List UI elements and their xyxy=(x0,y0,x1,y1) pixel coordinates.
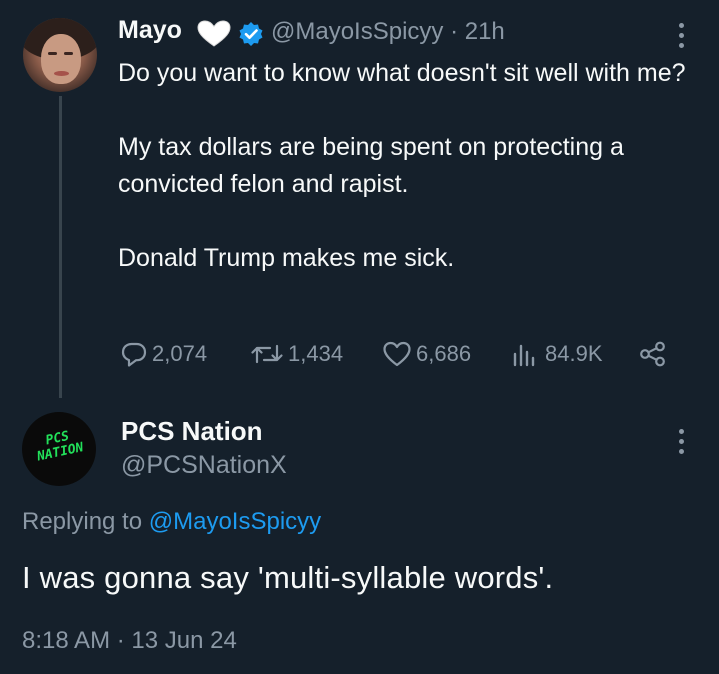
views-icon xyxy=(513,344,535,367)
retweet-action[interactable]: 1,434 xyxy=(250,339,343,369)
replying-mention-link[interactable]: @MayoIsSpicyy xyxy=(149,508,321,535)
more-options-icon[interactable] xyxy=(670,22,694,50)
verified-badge-icon[interactable] xyxy=(238,21,264,47)
avatar-face xyxy=(41,34,81,84)
avatar-eye xyxy=(64,52,73,55)
more-options-icon[interactable] xyxy=(670,428,694,456)
avatar-eye xyxy=(48,52,57,55)
avatar-lips xyxy=(54,71,69,76)
avatar-mayo[interactable] xyxy=(23,18,97,92)
reply-icon xyxy=(121,342,147,367)
views-count: 84.9K xyxy=(545,341,603,366)
share-icon xyxy=(640,341,665,367)
like-count: 6,686 xyxy=(416,341,472,366)
avatar-logo: PCS NATION xyxy=(35,428,85,465)
reply-count: 2,074 xyxy=(152,341,208,366)
reply-action[interactable]: 2,074 xyxy=(120,339,207,369)
tweet-text: Do you want to know what doesn't sit wel… xyxy=(118,59,686,272)
thread-line xyxy=(59,96,62,398)
author-handle[interactable]: @MayoIsSpicyy · 21h xyxy=(271,18,505,46)
author-name[interactable]: Mayo xyxy=(118,16,182,45)
replying-to: Replying to @MayoIsSpicyy xyxy=(22,508,321,536)
retweet-icon xyxy=(251,344,283,364)
retweet-count: 1,434 xyxy=(288,341,344,366)
reply-author-name[interactable]: PCS Nation xyxy=(121,416,263,447)
reply-timestamp[interactable]: 8:18 AM · 13 Jun 24 xyxy=(22,627,237,655)
like-icon xyxy=(383,341,411,367)
avatar-pcs-nation[interactable]: PCS NATION xyxy=(22,412,96,486)
views-action[interactable]: 84.9K xyxy=(511,339,603,369)
share-action[interactable] xyxy=(638,339,672,369)
like-action[interactable]: 6,686 xyxy=(382,339,471,369)
reply-author-handle[interactable]: @PCSNationX xyxy=(121,451,287,480)
replying-prefix: Replying to xyxy=(22,508,143,535)
heart-emoji-icon xyxy=(197,20,231,47)
reply-text: I was gonna say 'multi-syllable words'. xyxy=(22,560,554,595)
